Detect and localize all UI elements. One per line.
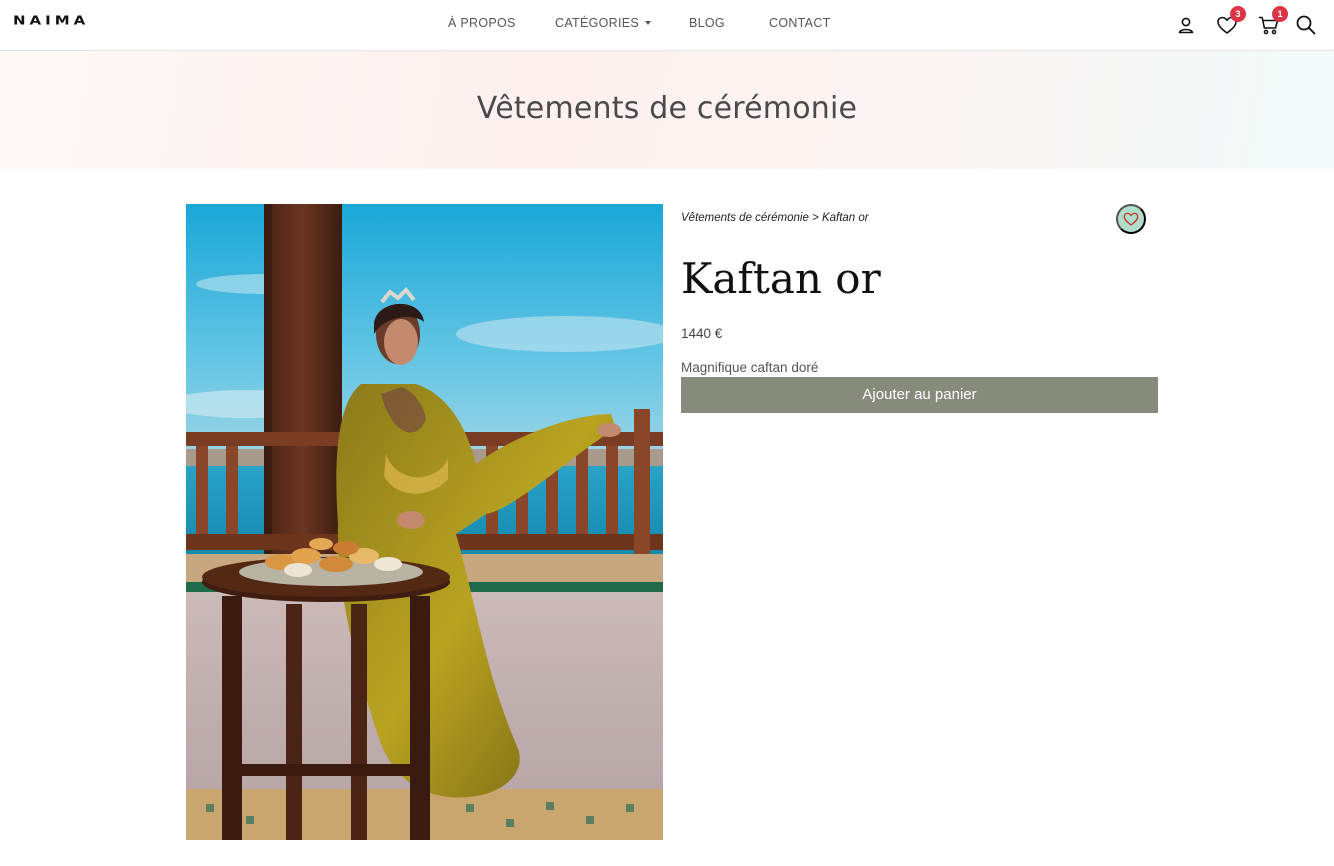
add-to-cart-button[interactable]: Ajouter au panier bbox=[681, 377, 1158, 413]
site-header: NAIMA À PROPOS CATÉGORIES BLOG CONTACT 3 bbox=[0, 0, 1334, 51]
category-title: Vêtements de cérémonie bbox=[476, 91, 858, 126]
add-to-wishlist-button[interactable] bbox=[1116, 204, 1146, 234]
cart-icon[interactable]: 1 bbox=[1257, 6, 1288, 37]
wishlist-count-badge: 3 bbox=[1230, 6, 1246, 22]
cart-count-badge: 1 bbox=[1272, 6, 1288, 22]
product-image bbox=[186, 204, 663, 840]
user-icon[interactable] bbox=[1174, 13, 1198, 37]
product-description: Magnifique caftan doré bbox=[681, 360, 819, 375]
heart-outline-icon bbox=[1123, 212, 1139, 226]
product-title: Kaftan or bbox=[681, 254, 881, 303]
header-icons: 3 1 bbox=[0, 0, 1334, 51]
product-price: 1440 € bbox=[681, 326, 723, 341]
wishlist-heart-icon[interactable]: 3 bbox=[1215, 6, 1246, 37]
breadcrumb[interactable]: Vêtements de cérémonie > Kaftan or bbox=[681, 212, 869, 224]
search-icon[interactable] bbox=[1294, 13, 1318, 37]
category-hero: Vêtements de cérémonie bbox=[0, 51, 1334, 169]
